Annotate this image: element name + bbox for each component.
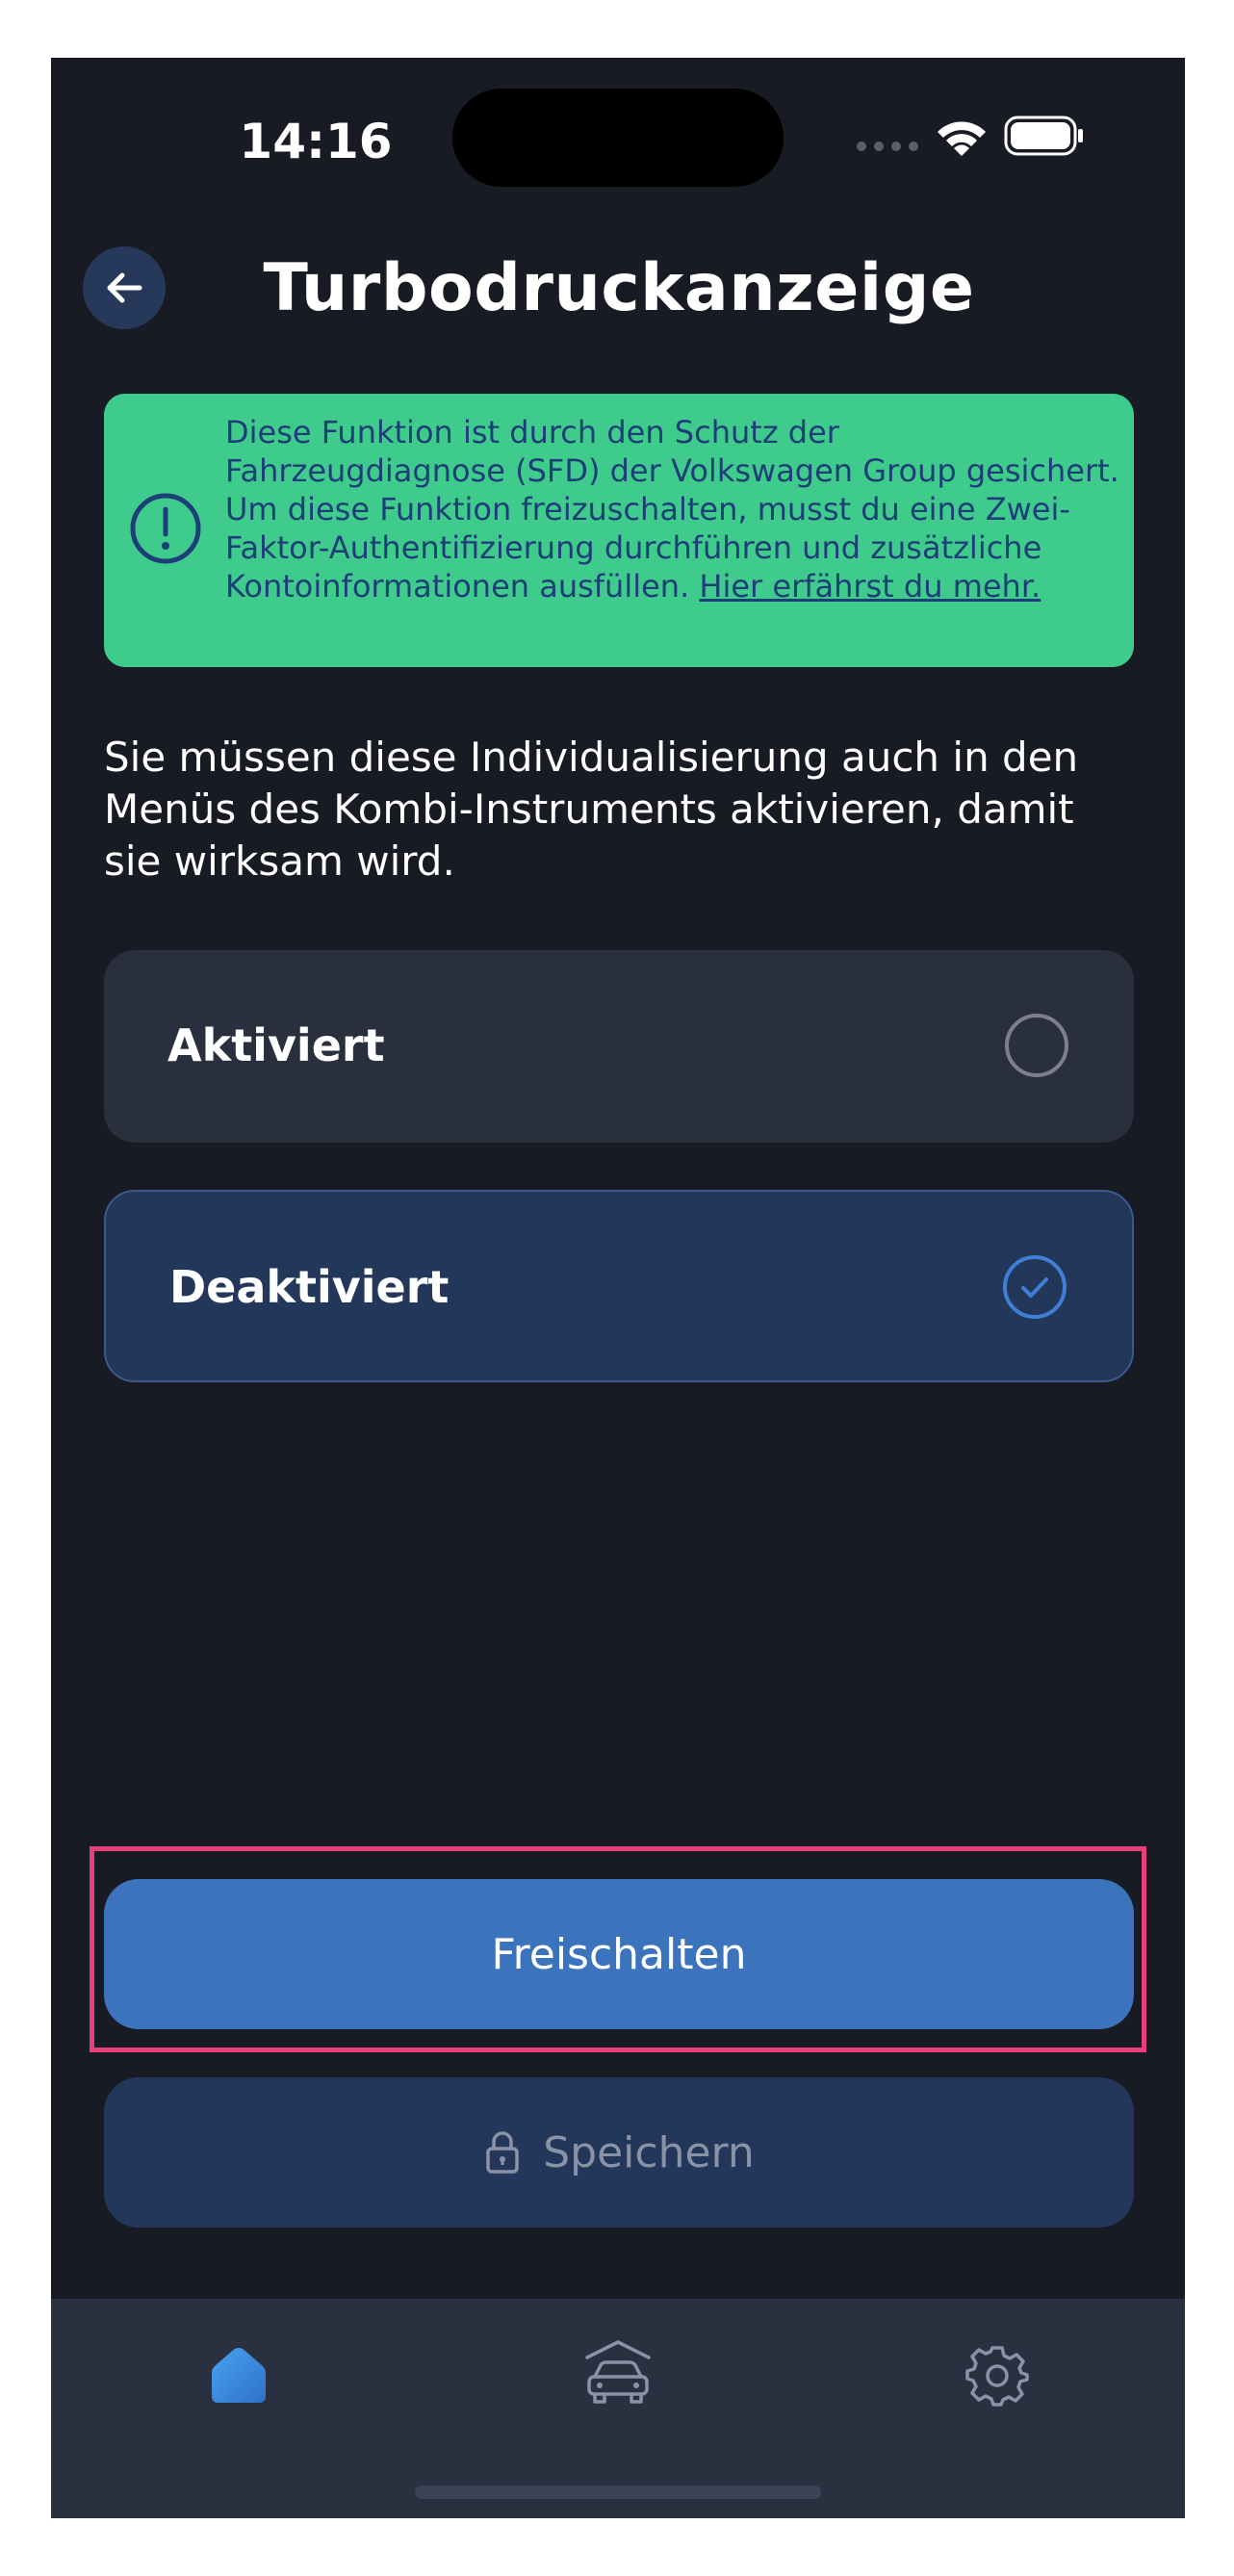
notice-text: Diese Funktion ist durch den Schutz der … (225, 413, 1120, 605)
option-deaktiviert[interactable]: Deaktiviert (104, 1190, 1134, 1382)
home-icon (212, 2348, 266, 2403)
battery-icon (1004, 116, 1083, 156)
nav-vehicle[interactable] (575, 2331, 661, 2418)
learn-more-link[interactable]: Hier erfährst du mehr. (699, 568, 1041, 605)
radio-selected-check-icon (1003, 1255, 1067, 1319)
car-icon (585, 2340, 651, 2404)
exclamation-circle-icon (130, 493, 201, 564)
unlock-button[interactable]: Freischalten (104, 1879, 1134, 2029)
cellular-signal-icon (857, 142, 918, 151)
nav-settings[interactable] (954, 2331, 1041, 2418)
unlock-button-label: Freischalten (491, 1929, 747, 1979)
status-time: 14:16 (239, 114, 393, 169)
page-title: Turbodruckanzeige (263, 250, 975, 326)
wifi-icon (938, 121, 986, 156)
app-screen: 14:16 Turbodruckanzeige Diese Funktion i… (51, 58, 1185, 2518)
radio-unselected-icon (1005, 1014, 1068, 1077)
option-label: Aktiviert (167, 1019, 385, 1071)
save-button-label: Speichern (543, 2127, 755, 2177)
arrow-left-icon (107, 272, 142, 303)
dynamic-island (452, 89, 784, 187)
option-aktiviert[interactable]: Aktiviert (104, 950, 1134, 1143)
sfd-notice-banner: Diese Funktion ist durch den Schutz der … (104, 394, 1134, 667)
option-label: Deaktiviert (169, 1261, 450, 1313)
instruction-text: Sie müssen diese Individualisierung auch… (104, 734, 1079, 885)
back-button[interactable] (83, 246, 166, 329)
lock-icon (486, 2131, 519, 2174)
home-indicator (415, 2486, 821, 2499)
nav-home[interactable] (195, 2331, 282, 2418)
gear-icon (965, 2346, 1029, 2407)
save-button[interactable]: Speichern (104, 2077, 1134, 2228)
